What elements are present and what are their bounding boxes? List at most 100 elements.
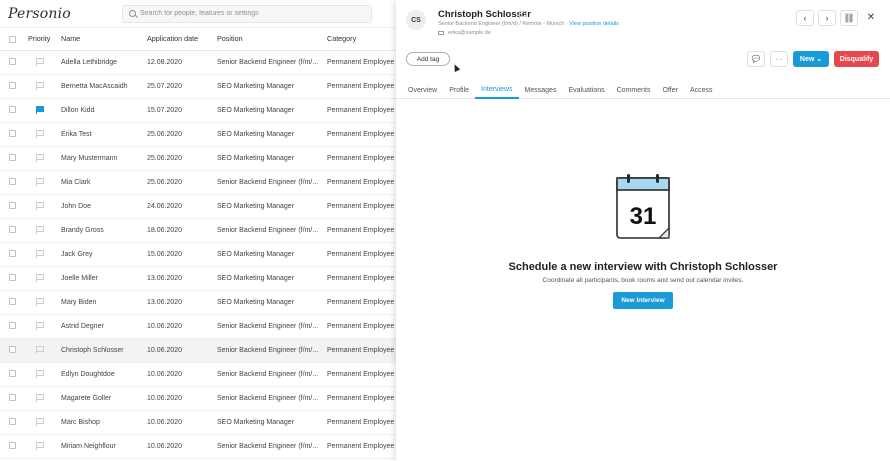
row-name[interactable]: Mia Clark [58,170,144,195]
priority-flag-icon[interactable] [36,250,44,258]
row-checkbox[interactable] [0,314,22,339]
row-checkbox[interactable] [0,242,22,267]
row-priority[interactable] [22,170,58,195]
priority-flag-icon[interactable] [36,82,44,90]
column-header-priority[interactable]: Priority [22,28,58,51]
table-row[interactable]: Erika Test 25.06.2020 SEO Marketing Manage… [0,122,396,147]
table-row[interactable]: Christoph Schlosser 10.06.2020 Senior Back… [0,338,396,363]
priority-flag-icon[interactable] [36,274,44,282]
table-row[interactable]: Brandy Gross 18.06.2020 Senior Backend Eng… [0,218,396,243]
table-row[interactable]: Miriam Neighflour 10.06.2020 Senior Backen… [0,434,396,459]
row-priority[interactable] [22,98,58,123]
row-priority[interactable] [22,362,58,387]
row-priority[interactable] [22,338,58,363]
copy-link-button[interactable]: ⛓ [840,10,858,26]
table-row[interactable]: Bernetta MacAscaidh 25.07.2020 SEO Marketi… [0,74,396,99]
message-button[interactable]: 💬 [747,51,765,67]
priority-flag-icon[interactable] [36,58,44,66]
priority-flag-icon[interactable] [36,226,44,234]
row-name[interactable]: Bernetta MacAscaidh [58,74,144,99]
row-checkbox[interactable] [0,218,22,243]
row-checkbox[interactable] [0,74,22,99]
table-row[interactable]: Mary Mustermann 25.06.2020 SEO Marketing M… [0,146,396,171]
column-header-category[interactable]: Category [324,28,396,51]
priority-flag-icon[interactable] [36,394,44,402]
next-candidate-button[interactable]: › [818,10,836,26]
row-priority[interactable] [22,266,58,291]
table-row[interactable]: Mary Biden 13.06.2020 SEO Marketing Manage… [0,290,396,315]
tab-overview[interactable]: Overview [402,82,443,99]
view-position-details-link[interactable]: View position details [569,21,619,27]
table-row[interactable]: Jack Grey 15.06.2020 SEO Marketing Manager… [0,242,396,267]
row-name[interactable]: Brandy Gross [58,218,144,243]
new-dropdown-button[interactable]: New ⌄ [793,51,829,67]
row-priority[interactable] [22,434,58,459]
add-tag-button[interactable]: Add tag [406,52,450,66]
row-checkbox[interactable] [0,170,22,195]
column-header-application-date[interactable]: Application date [144,28,214,51]
row-name[interactable]: Edlyn Doughtdoe [58,362,144,387]
row-checkbox[interactable] [0,146,22,171]
priority-flag-icon[interactable] [36,370,44,378]
row-priority[interactable] [22,410,58,435]
previous-candidate-button[interactable]: ‹ [796,10,814,26]
row-checkbox[interactable] [0,434,22,459]
new-interview-button[interactable]: New Interview [613,292,673,309]
priority-flag-icon[interactable] [36,418,44,426]
row-name[interactable]: Marc Bishop [58,410,144,435]
tab-interviews[interactable]: Interviews [475,82,519,99]
search-box[interactable] [122,4,372,23]
row-priority[interactable] [22,50,58,75]
row-priority[interactable] [22,74,58,99]
table-row[interactable]: Adella Lethibridge 12.08.2020 Senior Backe… [0,50,396,75]
row-priority[interactable] [22,146,58,171]
priority-flag-icon[interactable] [519,11,527,19]
table-row[interactable]: Dillon Kidd 15.07.2020 SEO Marketing Manag… [0,98,396,123]
table-row[interactable]: Astrid Degner 10.06.2020 Senior Backend En… [0,314,396,339]
priority-flag-icon[interactable] [36,298,44,306]
row-name[interactable]: Erika Test [58,122,144,147]
row-checkbox[interactable] [0,194,22,219]
tab-offer[interactable]: Offer [657,82,684,99]
select-all-checkbox[interactable] [0,28,22,51]
row-checkbox[interactable] [0,122,22,147]
row-name[interactable]: Adella Lethibridge [58,50,144,75]
row-checkbox[interactable] [0,386,22,411]
row-name[interactable]: Mary Mustermann [58,146,144,171]
disqualify-button[interactable]: Disqualify [834,51,879,67]
priority-flag-icon[interactable] [36,130,44,138]
column-header-position[interactable]: Position [214,28,324,51]
row-checkbox[interactable] [0,98,22,123]
row-checkbox[interactable] [0,338,22,363]
row-name[interactable]: Jack Grey [58,242,144,267]
table-row[interactable]: Joelle Miller 13.06.2020 SEO Marketing Man… [0,266,396,291]
priority-flag-icon[interactable] [36,346,44,354]
row-name[interactable]: Christoph Schlosser [58,338,144,363]
column-header-name[interactable]: Name [58,28,144,51]
tab-messages[interactable]: Messages [519,82,563,99]
priority-flag-icon[interactable] [36,178,44,186]
row-name[interactable]: John Doe [58,194,144,219]
priority-flag-icon[interactable] [36,154,44,162]
table-row[interactable]: Marc Bishop 10.06.2020 SEO Marketing Manag… [0,410,396,435]
row-checkbox[interactable] [0,266,22,291]
personio-logo[interactable]: Personio [0,6,118,22]
search-input[interactable] [140,10,360,17]
table-row[interactable]: Edlyn Doughtdoe 10.06.2020 Senior Backend … [0,362,396,387]
row-priority[interactable] [22,194,58,219]
row-priority[interactable] [22,218,58,243]
row-priority[interactable] [22,242,58,267]
table-row[interactable]: John Doe 24.06.2020 SEO Marketing Manager P… [0,194,396,219]
row-priority[interactable] [22,314,58,339]
row-name[interactable]: Joelle Miller [58,266,144,291]
row-priority[interactable] [22,386,58,411]
row-name[interactable]: Magarete Goller [58,386,144,411]
row-checkbox[interactable] [0,362,22,387]
tab-evaluations[interactable]: Evaluations [562,82,610,99]
table-row[interactable]: Mia Clark 25.06.2020 Senior Backend Engine… [0,170,396,195]
close-panel-button[interactable]: ✕ [862,10,880,26]
row-checkbox[interactable] [0,290,22,315]
priority-flag-icon[interactable] [36,322,44,330]
more-actions-button[interactable]: ··· [770,51,788,67]
row-name[interactable]: Dillon Kidd [58,98,144,123]
